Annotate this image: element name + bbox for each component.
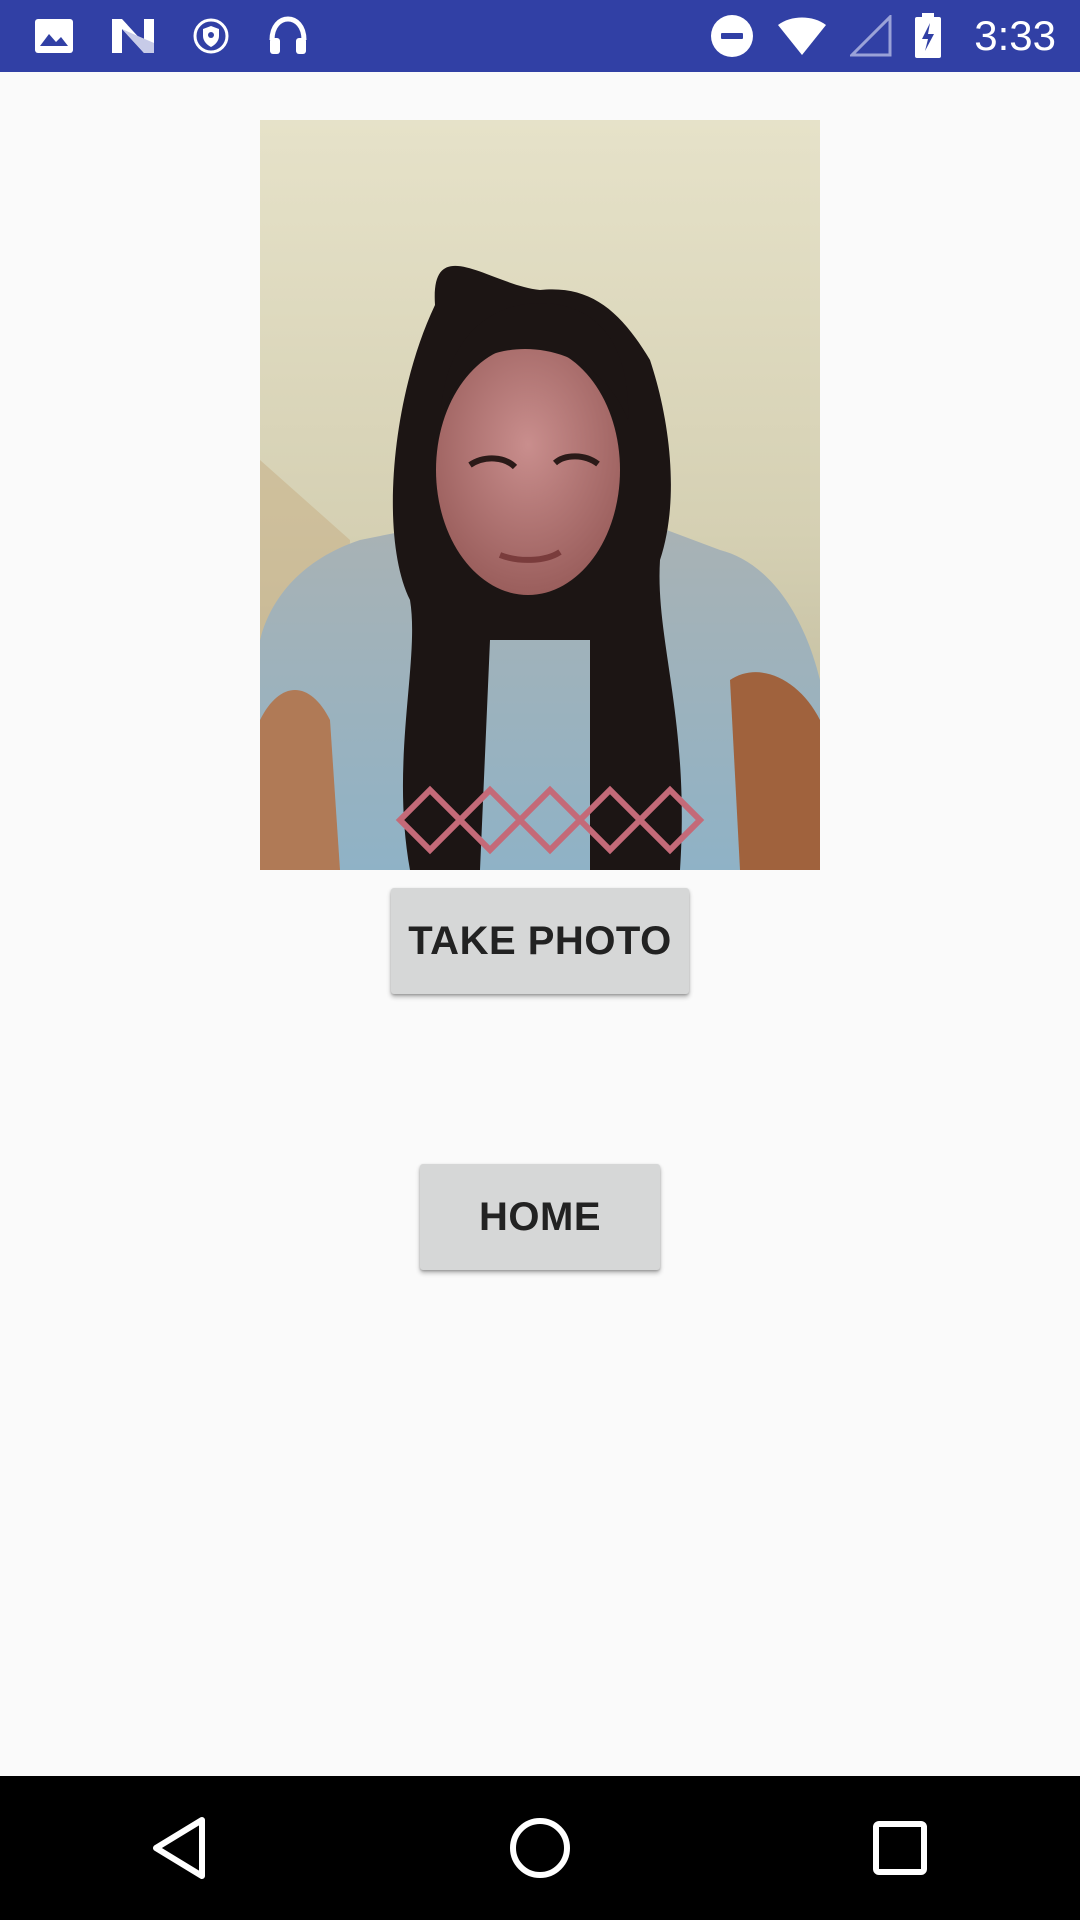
n-app-icon [110, 17, 156, 55]
status-bar: 3:33 [0, 0, 1080, 72]
home-circle-icon[interactable] [480, 1788, 600, 1908]
home-button[interactable]: HOME [420, 1164, 660, 1270]
image-icon [34, 18, 74, 54]
captured-photo [260, 120, 820, 870]
vpn-shield-icon [192, 17, 230, 55]
cell-signal-icon [850, 15, 892, 57]
do-not-disturb-icon [710, 14, 754, 58]
headphones-icon [266, 14, 310, 58]
status-time: 3:33 [974, 12, 1056, 59]
wifi-icon [776, 15, 828, 57]
main-content: TAKE PHOTO HOME [0, 72, 1080, 1776]
navigation-bar [0, 1776, 1080, 1920]
take-photo-button[interactable]: TAKE PHOTO [391, 888, 689, 994]
recents-square-icon[interactable] [840, 1788, 960, 1908]
battery-charging-icon [914, 13, 942, 59]
back-icon[interactable] [120, 1788, 240, 1908]
